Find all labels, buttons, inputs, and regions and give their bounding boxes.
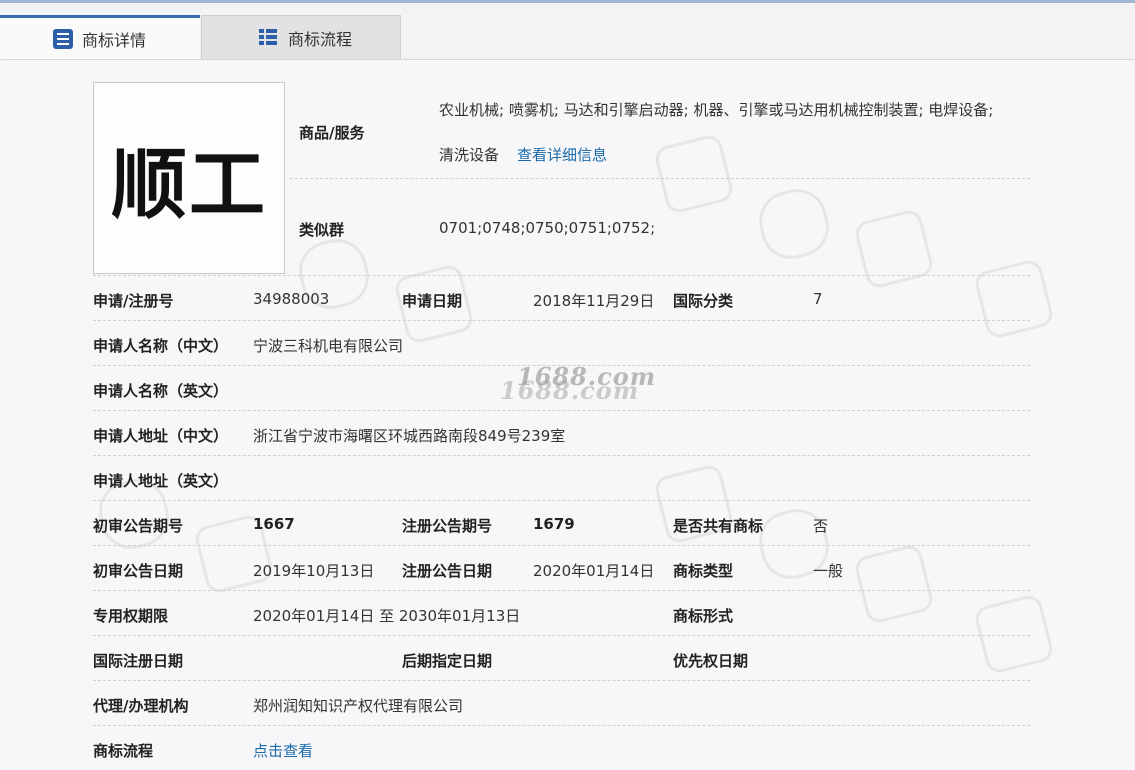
reg-no-value: 34988003 (253, 290, 330, 308)
divider (93, 320, 1030, 321)
reg-no-label: 申请/注册号 (93, 292, 174, 310)
reg-issue-value: 1679 (533, 515, 575, 533)
view-process-link[interactable]: 点击查看 (253, 740, 313, 761)
exclusive-period-label: 专用权期限 (93, 607, 169, 625)
applicant-cn-value: 宁波三科机电有限公司 (253, 337, 404, 355)
goods-services-value: 农业机械; 喷雾机; 马达和引擎启动器; 机器、引擎或马达用机械控制装置; 电焊… (439, 101, 994, 119)
document-list-icon (52, 28, 74, 50)
grid-list-icon (258, 27, 280, 49)
divider (93, 545, 1030, 546)
trademark-image: 顺工 (93, 82, 285, 274)
shared-tm-value: 否 (813, 517, 829, 535)
intl-class-value: 7 (813, 290, 823, 308)
applicant-cn-label: 申请人名称（中文） (93, 337, 229, 355)
divider (93, 275, 1030, 276)
tm-type-value: 一般 (813, 562, 844, 580)
later-designation-date-label: 后期指定日期 (402, 652, 493, 670)
goods-services-label: 商品/服务 (299, 124, 365, 142)
tab-label: 商标详情 (82, 30, 147, 50)
goods-services-value-line2: 清洗设备 (439, 146, 500, 164)
priority-date-label: 优先权日期 (673, 652, 749, 670)
divider (93, 455, 1030, 456)
divider (93, 635, 1030, 636)
tab-trademark-process[interactable]: 商标流程 (201, 15, 401, 59)
address-cn-value: 浙江省宁波市海曙区环城西路南段849号239室 (253, 427, 566, 445)
agent-value: 郑州润知知识产权代理有限公司 (253, 697, 464, 715)
similar-group-label: 类似群 (299, 221, 345, 239)
tm-type-label: 商标类型 (673, 562, 734, 580)
address-en-label: 申请人地址（英文） (93, 472, 229, 490)
reg-date-label: 注册公告日期 (402, 562, 493, 580)
intl-reg-date-label: 国际注册日期 (93, 652, 184, 670)
agent-label: 代理/办理机构 (93, 697, 189, 715)
reg-date-value: 2020年01月14日 (533, 562, 655, 580)
divider (93, 410, 1030, 411)
intl-class-label: 国际分类 (673, 292, 734, 310)
tab-trademark-detail[interactable]: 商标详情 (0, 15, 200, 59)
divider (93, 725, 1030, 726)
prelim-date-label: 初审公告日期 (93, 562, 184, 580)
view-details-link[interactable]: 查看详细信息 (517, 144, 607, 165)
similar-group-value: 0701;0748;0750;0751;0752; (439, 219, 656, 237)
shared-tm-label: 是否共有商标 (673, 517, 764, 535)
prelim-issue-label: 初审公告期号 (93, 517, 184, 535)
applicant-en-label: 申请人名称（英文） (93, 382, 229, 400)
tab-label: 商标流程 (288, 29, 353, 49)
reg-issue-label: 注册公告期号 (402, 517, 493, 535)
exclusive-period-value: 2020年01月14日 至 2030年01月13日 (253, 607, 521, 625)
divider (290, 178, 1030, 179)
tm-form-label: 商标形式 (673, 607, 734, 625)
divider (93, 680, 1030, 681)
top-border (0, 0, 1135, 3)
app-date-value: 2018年11月29日 (533, 292, 655, 310)
app-date-label: 申请日期 (402, 292, 463, 310)
tm-process-label: 商标流程 (93, 742, 154, 760)
divider (93, 500, 1030, 501)
prelim-issue-value: 1667 (253, 515, 295, 533)
watermark-1688-shadow: 1688.com (500, 376, 640, 405)
address-cn-label: 申请人地址（中文） (93, 427, 229, 445)
prelim-date-value: 2019年10月13日 (253, 562, 375, 580)
divider (93, 590, 1030, 591)
trademark-logo-text: 顺工 (111, 140, 267, 229)
